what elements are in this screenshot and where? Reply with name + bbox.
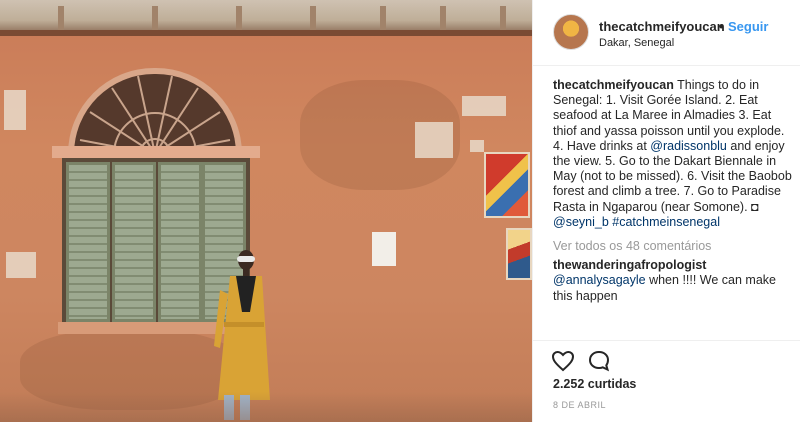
- heart-icon[interactable]: [551, 349, 575, 373]
- comment-bubble-icon[interactable]: [587, 349, 611, 373]
- peeling-paint: [6, 252, 36, 278]
- location-link[interactable]: Dakar, Senegal: [599, 37, 674, 49]
- post-side-panel: thecatchmeifyoucan • Seguir Dakar, Seneg…: [532, 0, 800, 422]
- rafter: [440, 6, 446, 32]
- post-header: thecatchmeifyoucan • Seguir Dakar, Seneg…: [533, 0, 800, 66]
- rafter: [236, 6, 242, 32]
- post-photo[interactable]: [0, 0, 532, 422]
- rafter: [380, 6, 386, 32]
- mention-link[interactable]: @annalysagayle: [553, 273, 646, 287]
- rafter: [58, 6, 64, 32]
- peeling-paint: [470, 140, 484, 152]
- shutter-panel: [66, 162, 110, 322]
- comments-section: thecatchmeifyoucan Things to do in Seneg…: [553, 78, 793, 304]
- avatar[interactable]: [553, 14, 589, 50]
- peeling-paint: [4, 90, 26, 130]
- wall-painting: [506, 228, 532, 280]
- roof-eave: [0, 0, 532, 34]
- rafter: [500, 6, 506, 32]
- hashtag-link[interactable]: #catchmeinsenegal: [612, 215, 720, 229]
- arched-window-transom: [68, 68, 242, 154]
- rafter: [310, 6, 316, 32]
- wall-poster: [372, 232, 396, 266]
- header-separator: •: [719, 19, 724, 34]
- action-bar: [533, 340, 800, 372]
- shutter-panel: [112, 162, 156, 322]
- window-lintel: [52, 146, 260, 158]
- comment-item: thewanderingafropologist @annalysagayle …: [553, 258, 793, 304]
- post-date: 8 DE ABRIL: [553, 400, 607, 410]
- wall-painting: [484, 152, 530, 218]
- instagram-post: thecatchmeifyoucan • Seguir Dakar, Seneg…: [0, 0, 800, 422]
- mention-link[interactable]: @seyni_b: [553, 215, 609, 229]
- caption-username[interactable]: thecatchmeifyoucan: [553, 78, 674, 92]
- street-ground: [0, 392, 532, 422]
- view-all-comments-link[interactable]: Ver todos os 48 comentários: [553, 239, 793, 254]
- follow-button[interactable]: Seguir: [728, 19, 768, 34]
- shutter-panel: [158, 162, 202, 322]
- comment-username[interactable]: thewanderingafropologist: [553, 258, 706, 272]
- peeling-paint: [415, 122, 453, 158]
- rafter: [152, 6, 158, 32]
- caption: thecatchmeifyoucan Things to do in Seneg…: [553, 78, 793, 230]
- transom-grille: [79, 75, 231, 154]
- likes-count[interactable]: 2.252 curtidas: [553, 377, 636, 391]
- mention-link[interactable]: @radissonblu: [650, 139, 727, 153]
- peeling-paint: [462, 96, 506, 116]
- wooden-beam: [0, 30, 532, 36]
- author-username[interactable]: thecatchmeifyoucan: [599, 19, 725, 34]
